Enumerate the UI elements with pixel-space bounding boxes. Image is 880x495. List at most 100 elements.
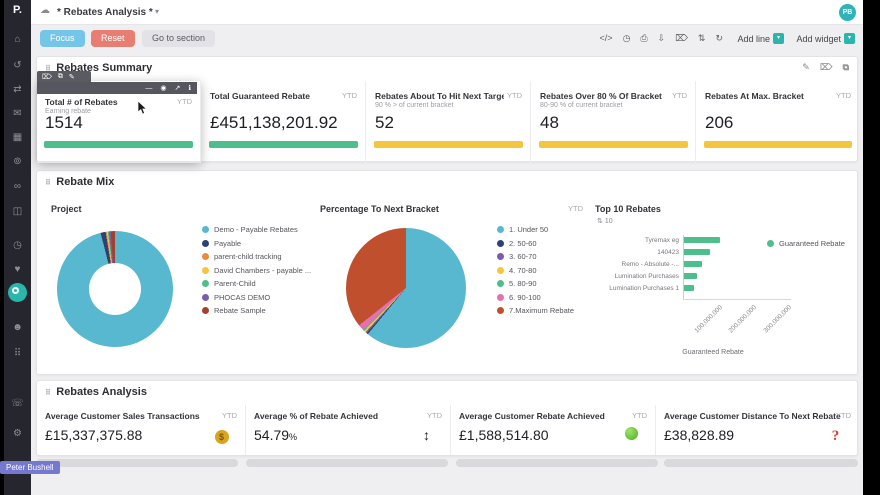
messages-icon[interactable]: ✉: [4, 108, 31, 120]
recent-icon[interactable]: ◷: [4, 240, 31, 252]
status-tooltip: Peter Bushell: [0, 461, 60, 474]
legend-item[interactable]: 7.Maximum Rebate: [497, 304, 574, 318]
loading-bar: [246, 459, 448, 467]
legend-item[interactable]: 6. 90-100: [497, 291, 574, 305]
reset-button[interactable]: Reset: [91, 30, 135, 47]
profile-icon[interactable]: ☻: [4, 322, 31, 334]
section-title: Rebates Analysis: [56, 386, 147, 398]
kpi-subtitle: 90 % > of current bracket: [375, 102, 454, 109]
bracket-pie-chart[interactable]: [346, 228, 466, 348]
copy-icon[interactable]: ⧉: [58, 73, 63, 81]
trash-icon[interactable]: ⌦: [42, 73, 52, 81]
legend-swatch: [497, 226, 504, 234]
go-to-section-button[interactable]: Go to section: [142, 30, 216, 47]
bar[interactable]: [684, 285, 695, 291]
loading-bar: [664, 459, 858, 467]
transfer-icon[interactable]: ⇄: [4, 84, 31, 96]
legend-item[interactable]: Payable: [202, 237, 311, 251]
bar[interactable]: [684, 237, 721, 243]
kpi-total-rebates[interactable]: ⌦ ⧉ ✎ — ◉ ↗ ℹ Total # of Rebates Earning…: [37, 71, 201, 163]
user-avatar[interactable]: PB: [839, 4, 856, 21]
clock-icon[interactable]: ◷: [623, 33, 631, 44]
kpi-total-guaranteed-rebate[interactable]: Total Guaranteed Rebate YTD £451,138,201…: [202, 81, 366, 163]
legend-item[interactable]: Demo - Payable Rebates: [202, 223, 311, 237]
sort-icon: ⇅: [597, 218, 603, 225]
title-chevron-down-icon[interactable]: ▾: [155, 7, 159, 16]
kpi-title: Rebates About To Hit Next Target: [375, 91, 504, 101]
legend-item[interactable]: 1. Under 50: [497, 223, 574, 237]
swap-icon[interactable]: ⇅: [698, 33, 706, 44]
kpi-value: 48: [540, 113, 559, 132]
top10-filter[interactable]: ⇅ 10: [597, 217, 613, 225]
legend-item[interactable]: 2. 50-60: [497, 237, 574, 251]
minimize-icon[interactable]: —: [145, 85, 152, 92]
legend-swatch: [497, 307, 504, 315]
settings-icon[interactable]: ⚙: [4, 428, 31, 440]
rebates-app-icon[interactable]: [8, 283, 27, 302]
top10-filter-value: 10: [604, 218, 613, 225]
add-widget-chevron-icon[interactable]: ▾: [844, 33, 855, 44]
legend-item[interactable]: 4. 70-80: [497, 264, 574, 278]
section-header: ⠿ Rebate Mix: [37, 171, 857, 193]
kpi-rebates-max-bracket[interactable]: Rebates At Max. Bracket YTD 206: [697, 81, 859, 163]
kpi-rebates-next-target[interactable]: Rebates About To Hit Next Target 90 % > …: [367, 81, 531, 163]
legend-item[interactable]: parent-child tracking: [202, 250, 311, 264]
kpi-rebates-over-80[interactable]: Rebates Over 80 % Of Bracket 80-90 % of …: [532, 81, 696, 163]
legend-item[interactable]: David Chambers - payable ...: [202, 264, 311, 278]
kpi-period: YTD: [427, 411, 442, 420]
legend-item[interactable]: Rebate Sample: [202, 304, 311, 318]
apps-icon[interactable]: ⠿: [4, 348, 31, 360]
bar[interactable]: [684, 273, 698, 279]
bar-category-label: Lumination Purchases 1: [609, 285, 679, 292]
legend-item[interactable]: 3. 60-70: [497, 250, 574, 264]
legend-item[interactable]: 5. 80-90: [497, 277, 574, 291]
favorites-icon[interactable]: ♥: [4, 264, 31, 276]
add-line-chevron-icon[interactable]: ▾: [773, 33, 784, 44]
home-icon[interactable]: ⌂: [4, 34, 31, 46]
download-icon[interactable]: ⇩: [658, 33, 666, 44]
kpi-avg-sales-transactions[interactable]: Average Customer Sales Transactions YTD …: [37, 405, 246, 455]
team-icon[interactable]: ◫: [4, 206, 31, 218]
top-bar: ☁ * Rebates Analysis * ▾ PB: [31, 0, 863, 25]
bar-track: [684, 249, 788, 255]
trash-icon[interactable]: ⌦: [820, 62, 833, 73]
legend-item[interactable]: PHOCAS DEMO: [202, 291, 311, 305]
kpi-value: 54.79: [254, 427, 290, 443]
code-icon[interactable]: </>: [600, 33, 613, 44]
project-donut-chart[interactable]: [57, 231, 173, 347]
drag-handle-icon[interactable]: ⠿: [45, 388, 51, 397]
kpi-avg-rebate-achieved-pct[interactable]: Average % of Rebate Achieved YTD 54.79% …: [246, 405, 451, 455]
refresh-icon[interactable]: ↻: [715, 33, 723, 44]
history-icon[interactable]: ↺: [4, 60, 31, 72]
focus-button[interactable]: Focus: [40, 30, 85, 47]
bar[interactable]: [684, 261, 703, 267]
info-icon[interactable]: ℹ: [188, 84, 191, 92]
legend-item[interactable]: Parent-Child: [202, 277, 311, 291]
grid-icon[interactable]: ▦: [4, 132, 31, 144]
edit-icon[interactable]: ✎: [802, 62, 810, 73]
edit-icon[interactable]: ✎: [69, 73, 75, 81]
kpi-value: 52: [375, 113, 394, 132]
kpi-period: YTD: [507, 91, 522, 100]
trash-icon[interactable]: ⌦: [675, 33, 688, 44]
kpi-period: YTD: [177, 97, 192, 106]
bar[interactable]: [684, 249, 711, 255]
rebates-summary-section: ⠿ Rebates Summary ✎ ⌦ ⧉ ⌦ ⧉ ✎ — ◉ ↗ ℹ To…: [36, 56, 859, 163]
add-line-button[interactable]: Add line ▾: [737, 33, 784, 44]
add-line-label: Add line: [737, 33, 770, 44]
phocas-logo[interactable]: P.: [4, 4, 31, 16]
add-widget-button[interactable]: Add widget ▾: [796, 33, 855, 44]
drag-handle-icon[interactable]: ⠿: [45, 178, 51, 187]
bar-category-label: Tyremax eg: [645, 237, 679, 244]
widget-toolbar: — ◉ ↗ ℹ: [37, 82, 197, 94]
share-icon[interactable]: ↗: [174, 84, 180, 92]
camera-icon[interactable]: ◉: [160, 84, 166, 92]
copy-icon[interactable]: ⧉: [843, 62, 849, 73]
kpi-avg-distance-next-rebate[interactable]: Average Customer Distance To Next Rebate…: [656, 405, 859, 455]
records-icon[interactable]: ⊚: [4, 156, 31, 168]
sync-icon[interactable]: ∞: [4, 181, 31, 193]
kpi-avg-customer-rebate[interactable]: Average Customer Rebate Achieved YTD £1,…: [451, 405, 656, 455]
support-icon[interactable]: ☏: [4, 398, 31, 410]
kpi-title: Average Customer Rebate Achieved: [459, 411, 605, 421]
print-icon[interactable]: ⎙: [640, 33, 647, 44]
